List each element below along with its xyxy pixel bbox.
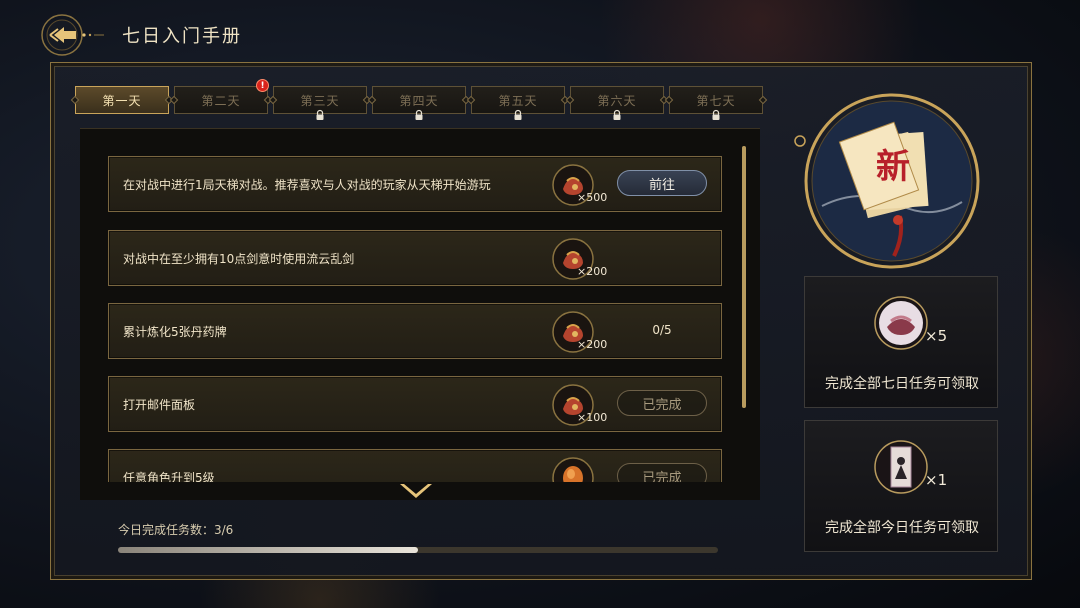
task-row: 对战中在至少拥有10点剑意时使用流云乱剑 ×200: [108, 230, 722, 286]
tab-label: 第二天: [201, 93, 241, 108]
back-button[interactable]: [40, 10, 106, 60]
task-description: 打开邮件面板: [123, 398, 196, 412]
tab-label: 第七天: [696, 93, 736, 108]
lock-icon: [415, 109, 423, 120]
reward-condition: 完成全部七日任务可领取: [825, 376, 979, 392]
task-row: 累计炼化5张丹药牌 ×200 0/5: [108, 303, 722, 359]
lock-icon: [316, 109, 324, 120]
tab-day-3[interactable]: 第三天: [268, 86, 372, 120]
scroll-down-chevron-icon[interactable]: [396, 480, 436, 504]
reward-count: ×1: [925, 471, 948, 489]
seven-day-reward-card[interactable]: ×5 完成全部七日任务可领取: [804, 276, 998, 408]
tab-ornament: [169, 95, 179, 105]
tab-day-2[interactable]: 第二天 !: [169, 79, 273, 114]
task-description: 对战中在至少拥有10点剑意时使用流云乱剑: [123, 252, 355, 266]
task-progress: 0/5: [652, 323, 672, 337]
task-row: 打开邮件面板 ×100 已完成: [108, 376, 722, 432]
daily-progress-fill: [118, 547, 418, 553]
task-description: 任意角色升到5级: [123, 471, 215, 482]
tab-ornament: [268, 95, 278, 105]
reward-count: ×5: [925, 327, 948, 345]
task-list[interactable]: 在对战中进行1局天梯对战。推荐喜欢与人对战的玩家从天梯开始游玩 ×500 前往 …: [108, 156, 730, 482]
scrollbar-thumb[interactable]: [742, 146, 746, 408]
reward-count: ×100: [577, 411, 608, 424]
tab-ornament: [664, 95, 674, 105]
go-button[interactable]: 前往: [617, 170, 707, 196]
tab-day-5[interactable]: 第五天: [466, 86, 570, 120]
completed-badge: 已完成: [617, 390, 707, 416]
day-tabs: 第一天 第二天 ! 第三天 第四天 第五天 第六天 第七天: [70, 79, 768, 120]
tab-label: 第三天: [300, 93, 340, 108]
tab-label: 第六天: [597, 93, 637, 108]
tab-ornament: [367, 95, 377, 105]
reward-count: ×200: [577, 338, 608, 351]
task-row: 任意角色升到5级 已完成: [108, 449, 722, 482]
emblem-glyph: 新: [876, 147, 910, 187]
reward-condition: 完成全部今日任务可领取: [825, 520, 979, 536]
character-banner-icon: [874, 440, 928, 494]
tab-day-4[interactable]: 第四天: [367, 86, 471, 120]
lock-icon: [712, 109, 720, 120]
daily-progress-label: 今日完成任务数：3/6: [118, 523, 234, 537]
newbie-scroll-emblem: 新: [794, 93, 980, 269]
tab-label: 第四天: [399, 93, 439, 108]
daily-reward-card[interactable]: ×1 完成全部今日任务可领取: [804, 420, 998, 552]
back-arrow-icon: [41, 14, 104, 56]
tab-ornament: [565, 95, 575, 105]
tab-ornament: [466, 95, 476, 105]
tab-day-6[interactable]: 第六天: [565, 86, 669, 120]
tab-label: 第一天: [102, 93, 142, 108]
task-description: 累计炼化5张丹药牌: [123, 325, 227, 339]
orange-token-icon: [552, 457, 594, 482]
reward-count: ×500: [577, 191, 608, 204]
page-title: 七日入门手册: [122, 26, 242, 47]
lock-icon: [613, 109, 621, 120]
reward-count: ×200: [577, 265, 608, 278]
tab-label: 第五天: [498, 93, 538, 108]
completed-badge: 已完成: [617, 463, 707, 482]
tab-day-1[interactable]: 第一天: [70, 86, 174, 114]
task-row: 在对战中进行1局天梯对战。推荐喜欢与人对战的玩家从天梯开始游玩 ×500 前往: [108, 156, 722, 212]
task-description: 在对战中进行1局天梯对战。推荐喜欢与人对战的玩家从天梯开始游玩: [123, 178, 491, 192]
tab-day-7[interactable]: 第七天: [664, 86, 768, 120]
alert-badge-icon: !: [256, 79, 269, 92]
lock-icon: [514, 109, 522, 120]
treasure-chest-icon: [874, 296, 928, 350]
